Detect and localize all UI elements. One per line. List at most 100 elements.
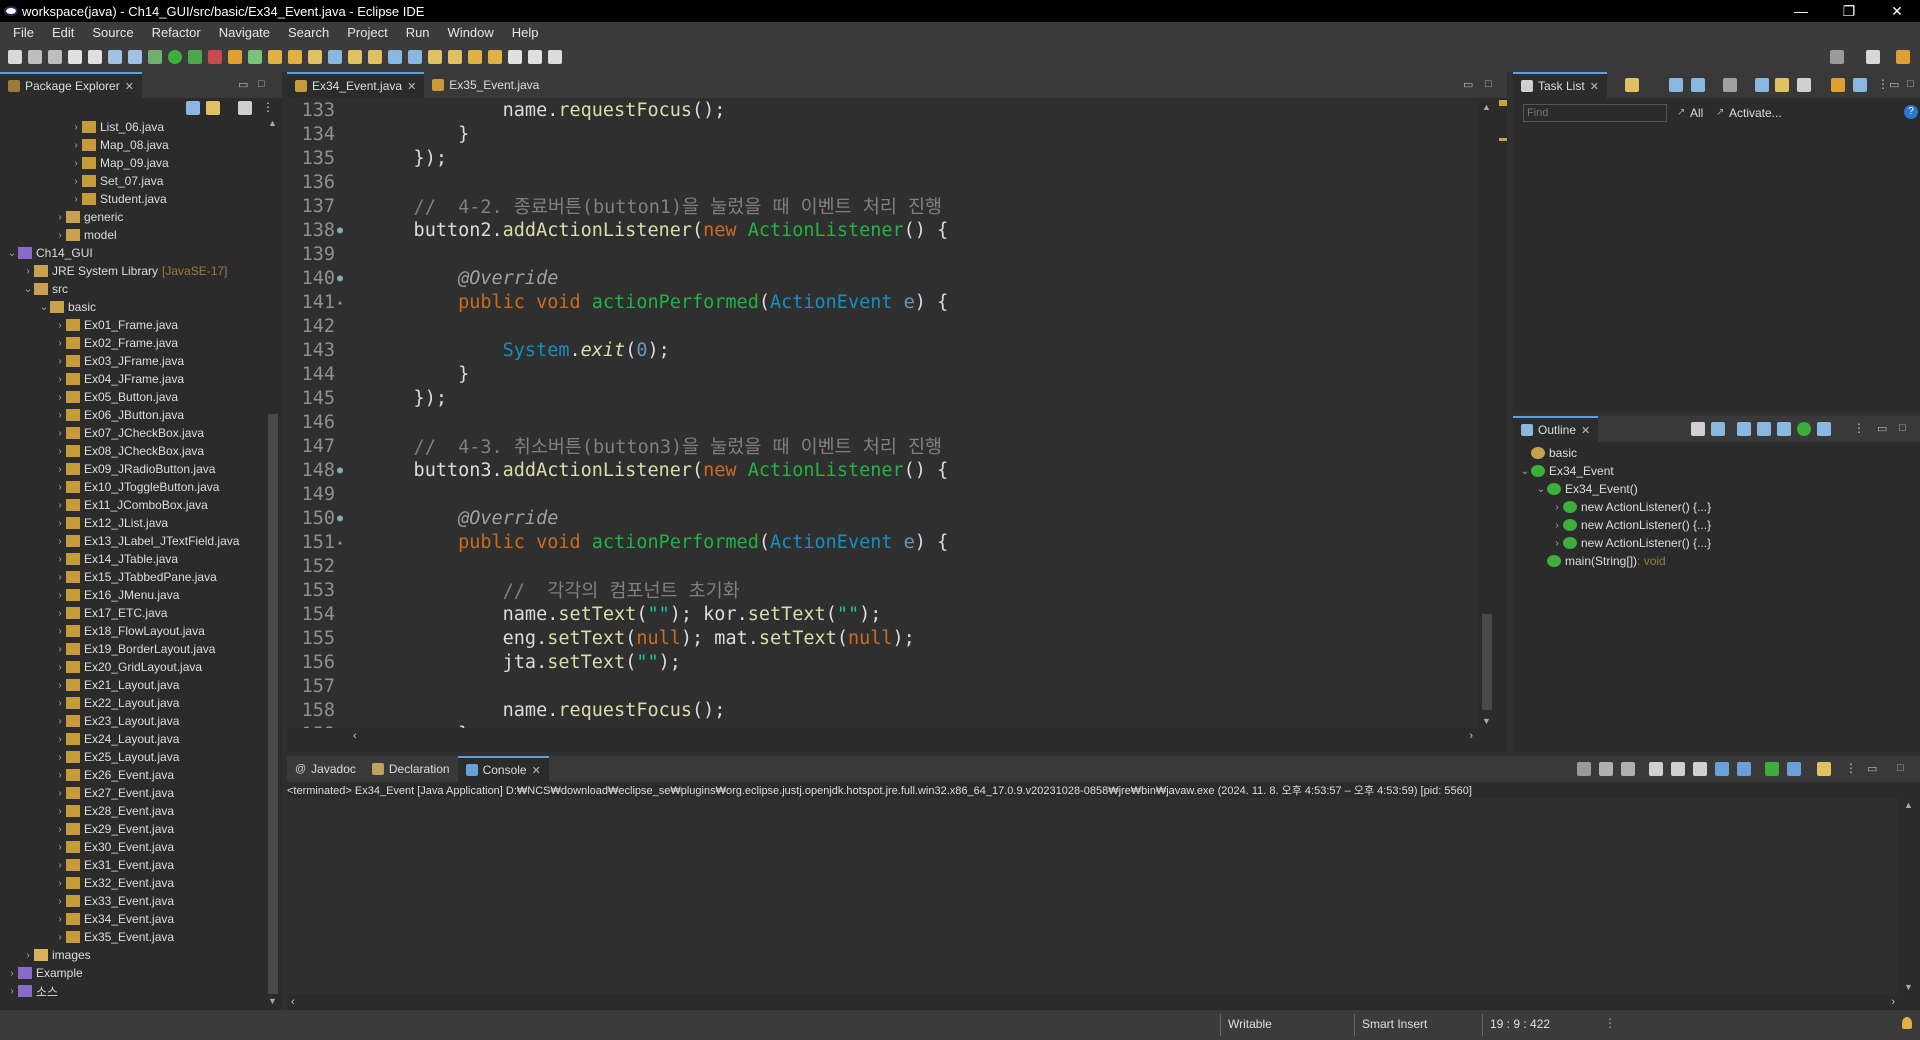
redo-icon[interactable] bbox=[88, 50, 102, 64]
chevron-right-icon[interactable]: › bbox=[54, 590, 66, 601]
chevron-right-icon[interactable]: › bbox=[54, 338, 66, 349]
close-icon[interactable]: ✕ bbox=[407, 80, 416, 93]
tree-item[interactable]: › Ex35_Event.java bbox=[0, 928, 264, 946]
chevron-right-icon[interactable]: › bbox=[54, 212, 66, 223]
code-line[interactable]: 149 bbox=[287, 482, 1479, 506]
tree-item[interactable]: › Ex12_JList.java bbox=[0, 514, 264, 532]
view-menu-icon[interactable]: ⋮ bbox=[1853, 421, 1865, 435]
chevron-down-icon[interactable]: ⌄ bbox=[38, 302, 50, 313]
open-console-icon[interactable] bbox=[1817, 762, 1831, 776]
view-menu-icon[interactable]: ⋮ bbox=[262, 100, 274, 114]
chevron-right-icon[interactable]: › bbox=[54, 554, 66, 565]
outline-item[interactable]: › new ActionListener() {...} bbox=[1513, 498, 1920, 516]
view-menu-icon[interactable]: ⋮ bbox=[1877, 77, 1889, 91]
tree-item[interactable]: › 소스 bbox=[0, 982, 264, 1000]
tree-item[interactable]: › Ex10_JToggleButton.java bbox=[0, 478, 264, 496]
tree-item[interactable]: › Ex02_Frame.java bbox=[0, 334, 264, 352]
minimize-view-icon-2[interactable]: ▭ bbox=[1889, 78, 1899, 91]
menu-project[interactable]: Project bbox=[347, 25, 387, 40]
tree-item[interactable]: › Ex01_Frame.java bbox=[0, 316, 264, 334]
tree-item[interactable]: › Ex30_Event.java bbox=[0, 838, 264, 856]
hide-static-icon[interactable] bbox=[1757, 422, 1771, 436]
tree-item[interactable]: › Ex26_Event.java bbox=[0, 766, 264, 784]
tab-declaration[interactable]: Declaration bbox=[364, 756, 458, 782]
tree-item[interactable]: › Ex29_Event.java bbox=[0, 820, 264, 838]
chevron-right-icon[interactable]: › bbox=[54, 410, 66, 421]
maximize-view-icon[interactable]: □ bbox=[1897, 762, 1904, 774]
menu-edit[interactable]: Edit bbox=[52, 25, 74, 40]
occurrence-marker[interactable] bbox=[1499, 138, 1507, 141]
tree-item[interactable]: ⌄ Ch14_GUI bbox=[0, 244, 264, 262]
tree-item[interactable]: › Ex08_JCheckBox.java bbox=[0, 442, 264, 460]
tree-item[interactable]: › Ex27_Event.java bbox=[0, 784, 264, 802]
code-line[interactable]: 133 name.requestFocus(); bbox=[287, 98, 1479, 122]
new-java-project-icon[interactable] bbox=[228, 50, 242, 64]
editor-vertical-scrollbar[interactable]: ▲ ▼ bbox=[1480, 98, 1494, 728]
chevron-right-icon[interactable]: › bbox=[70, 140, 82, 151]
minimize-view-icon[interactable]: ▭ bbox=[1877, 422, 1887, 435]
chevron-right-icon[interactable]: › bbox=[54, 392, 66, 403]
chevron-right-icon[interactable]: › bbox=[54, 716, 66, 727]
collapse-all-icon[interactable] bbox=[1797, 78, 1811, 92]
block-select-icon[interactable] bbox=[388, 50, 402, 64]
chevron-right-icon[interactable]: › bbox=[1551, 520, 1563, 531]
tab-package-explorer[interactable]: Package Explorer ✕ bbox=[0, 72, 142, 98]
show-stdout-icon[interactable] bbox=[1715, 762, 1729, 776]
remove-launch-icon[interactable] bbox=[1599, 762, 1613, 776]
chevron-right-icon[interactable]: › bbox=[54, 860, 66, 871]
menu-help[interactable]: Help bbox=[512, 25, 539, 40]
hide-completed-icon[interactable] bbox=[1723, 78, 1737, 92]
open-type-icon[interactable] bbox=[288, 50, 302, 64]
code-line[interactable]: 144 } bbox=[287, 362, 1479, 386]
tree-item[interactable]: › images bbox=[0, 946, 264, 964]
code-line[interactable]: 145 }); bbox=[287, 386, 1479, 410]
tab-ex34-event[interactable]: Ex34_Event.java ✕ bbox=[287, 72, 425, 98]
close-icon[interactable]: ✕ bbox=[1581, 424, 1590, 437]
tree-item[interactable]: › Example bbox=[0, 964, 264, 982]
close-icon[interactable]: ✕ bbox=[1590, 80, 1599, 93]
link-editor-icon[interactable] bbox=[206, 101, 220, 115]
minimize-view-icon[interactable]: ▭ bbox=[238, 78, 248, 91]
search-icon[interactable] bbox=[1830, 50, 1844, 64]
chevron-right-icon[interactable]: › bbox=[54, 878, 66, 889]
code-line[interactable]: 153 // 각각의 컴포넌트 초기화 bbox=[287, 578, 1479, 603]
maximize-view-icon[interactable]: □ bbox=[258, 78, 265, 90]
code-line[interactable]: 154 name.setText(""); kor.setText(""); bbox=[287, 602, 1479, 626]
terminate-icon[interactable] bbox=[1577, 762, 1591, 776]
close-icon[interactable]: ✕ bbox=[532, 764, 541, 777]
code-line[interactable]: 137 // 4-2. 종료버튼(button1)을 눌렀을 때 이벤트 처리 … bbox=[287, 194, 1479, 219]
chevron-right-icon[interactable]: › bbox=[70, 176, 82, 187]
warning-marker[interactable] bbox=[1499, 100, 1507, 106]
tree-item[interactable]: › Ex04_JFrame.java bbox=[0, 370, 264, 388]
chevron-right-icon[interactable]: › bbox=[54, 806, 66, 817]
code-line[interactable]: 155 eng.setText(null); mat.setText(null)… bbox=[287, 626, 1479, 650]
last-edit-icon[interactable] bbox=[468, 50, 482, 64]
toggle-mark-icon[interactable] bbox=[328, 50, 342, 64]
chevron-right-icon[interactable]: › bbox=[1551, 538, 1563, 549]
tree-item[interactable]: › Ex20_GridLayout.java bbox=[0, 658, 264, 676]
tab-task-list[interactable]: Task List ✕ bbox=[1513, 72, 1607, 98]
chevron-right-icon[interactable]: › bbox=[54, 680, 66, 691]
filter-icon[interactable] bbox=[238, 101, 252, 115]
undo-icon[interactable] bbox=[68, 50, 82, 64]
tab-ex35-event[interactable]: Ex35_Event.java bbox=[424, 72, 547, 98]
hide-local-types-icon[interactable] bbox=[1797, 422, 1811, 436]
menu-file[interactable]: File bbox=[13, 25, 34, 40]
search-tool-icon[interactable] bbox=[308, 50, 322, 64]
outline-item[interactable]: main(String[]) : void bbox=[1513, 552, 1920, 570]
forward-edit-icon[interactable] bbox=[488, 50, 502, 64]
chevron-right-icon[interactable]: › bbox=[54, 788, 66, 799]
chevron-right-icon[interactable]: › bbox=[54, 356, 66, 367]
outline-item[interactable]: ⌄ Ex34_Event bbox=[1513, 462, 1920, 480]
menu-refactor[interactable]: Refactor bbox=[152, 25, 201, 40]
tree-item[interactable]: › Ex22_Layout.java bbox=[0, 694, 264, 712]
code-line[interactable]: 147 // 4-3. 취소버튼(button3)을 눌렀을 때 이벤트 처리 … bbox=[287, 434, 1479, 459]
chevron-right-icon[interactable]: › bbox=[54, 932, 66, 943]
outline-item[interactable]: › new ActionListener() {...} bbox=[1513, 516, 1920, 534]
chevron-right-icon[interactable]: › bbox=[54, 914, 66, 925]
display-console-icon[interactable] bbox=[1787, 762, 1801, 776]
minimize-view-icon[interactable]: ▭ bbox=[1867, 762, 1877, 775]
tree-item[interactable]: › Ex33_Event.java bbox=[0, 892, 264, 910]
remove-all-icon[interactable] bbox=[1621, 762, 1635, 776]
tree-item[interactable]: › Student.java bbox=[0, 190, 264, 208]
